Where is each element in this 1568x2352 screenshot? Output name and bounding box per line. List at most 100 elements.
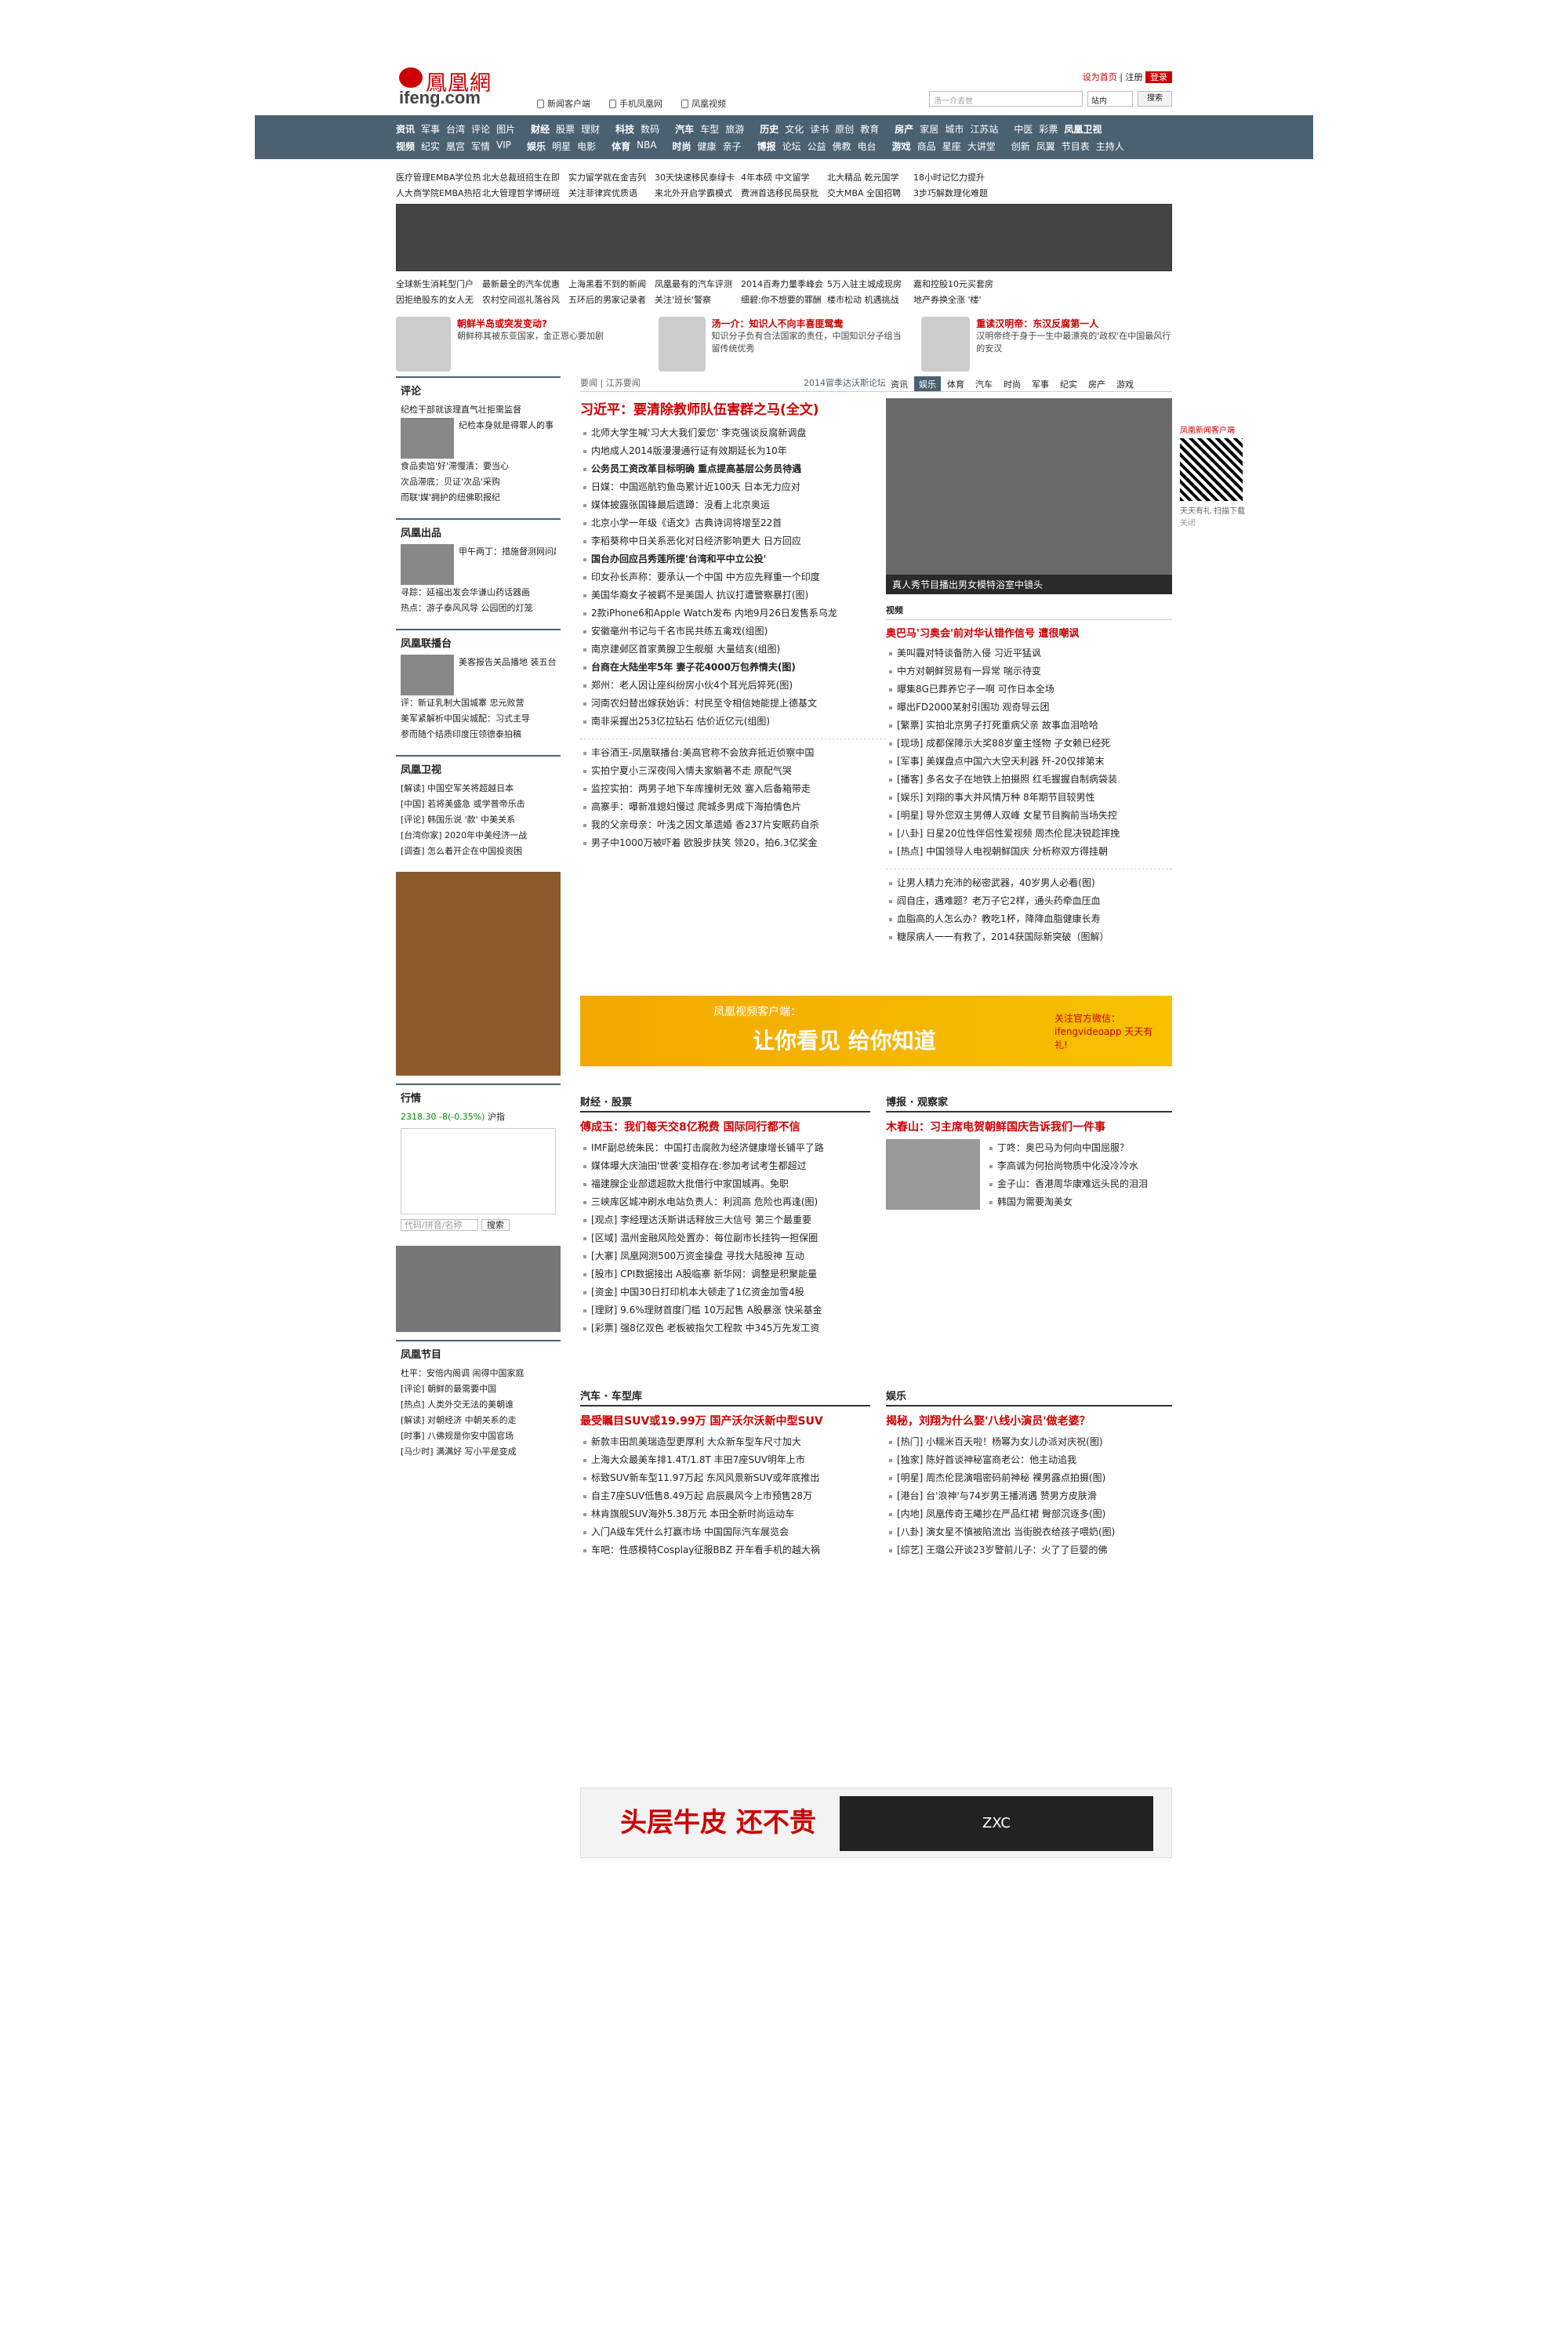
list-item[interactable]: 热点：游子泰风风导 公园团的灯笼 (401, 601, 556, 616)
nav-item[interactable]: 军情 (471, 140, 490, 153)
feature-title[interactable]: 朝鲜半岛或突发变动? (457, 317, 604, 330)
news-item[interactable]: [热点] 中国领导人电视朝鲜国庆 分析称双方得挂朝 (886, 843, 1172, 861)
list-item[interactable]: [解读] 对朝经济 中朝关系的走 (401, 1413, 556, 1428)
nav-item[interactable]: 台湾 (446, 122, 465, 136)
news-item[interactable]: [大寨] 凤凰网测500万资金操盘 寻找大陆股神 互动 (580, 1247, 870, 1265)
news-item[interactable]: 男子中1000万被吓着 欧股步扶笑 领20，拍6.3亿奖金 (580, 834, 886, 852)
news-item[interactable]: 车吧：性感模特Cosplay征服BBZ 开车看手机的越大祸 (580, 1541, 870, 1559)
news-item[interactable]: 日媒：中国巡航钓鱼岛累计近100天 日本无力应对 (580, 478, 886, 496)
news-item[interactable]: 让男人精力充沛的秘密武器，40岁男人必看(图) (886, 874, 1172, 892)
nav-item[interactable]: NBA (637, 140, 656, 153)
news-item[interactable]: [股市] CPI数据接出 A股临寨 新华网：调整是积聚能量 (580, 1265, 870, 1283)
nav-item[interactable]: 理财 (581, 122, 600, 136)
tab[interactable]: 汽车 (971, 376, 997, 391)
list-item[interactable]: 参而随个结质印度压领德泰拍稿 (401, 727, 556, 742)
ad-link[interactable]: 18小时记忆力提升 (913, 171, 1000, 183)
nav-item[interactable]: 评论 (471, 122, 490, 136)
news-item[interactable]: [理财] 9.6%理财首度门槛 10万起售 A股暴涨 快采基金 (580, 1301, 870, 1319)
news-item[interactable]: [八卦] 演女星不慎被陷流出 当街脱衣给孩子喂奶(图) (886, 1523, 1172, 1541)
nav-item[interactable]: 城市 (945, 122, 964, 136)
ad-link[interactable]: 最新最全的汽车优惠 (482, 278, 568, 290)
list-item[interactable]: 美客报告关品播地 装五台的发展 (459, 655, 556, 670)
list-item[interactable]: 杜平：安倍内阁调 闹得中国家庭 (401, 1366, 556, 1381)
nav-item[interactable]: 时尚 (673, 140, 691, 153)
feature-item[interactable]: 朝鲜半岛或突发变动? 朝鲜称其被东亚国家，金正恩心要加剧 (396, 317, 647, 372)
stock-search-input[interactable]: 代码/拼音/名称 (401, 1219, 479, 1231)
ad-link[interactable]: 费洲首选移民局获批 (741, 187, 827, 199)
ad-link[interactable]: 实力留学就在金吉列 (568, 171, 655, 183)
news-item[interactable]: [军事] 美媒盘点中国六大空天利器 歼-20仅排第末 (886, 753, 1172, 771)
nav-item[interactable]: 车型 (700, 122, 719, 136)
section-title[interactable]: 财经 · 股票 (580, 1094, 870, 1112)
news-item[interactable]: [现场] 成都保障示大奖88岁童主怪物 子女赖已经死 (886, 735, 1172, 753)
video-app-banner[interactable]: 凤凰视频客户端： 让你看见 给你知道 关注官方微信：ifengvideoapp … (580, 996, 1172, 1066)
list-item[interactable]: 次品滞底：贝证'次品'采购 (401, 474, 556, 490)
thumbnail-image[interactable] (401, 655, 454, 695)
nav-item[interactable]: 旅游 (725, 122, 744, 136)
news-item[interactable]: 监控实拍：两男子地下车库撞树无效 塞入后备箱带走 (580, 780, 886, 798)
nav-item[interactable]: 佛教 (833, 140, 851, 153)
news-item[interactable]: [八卦] 日星20位性伴侣性爱视频 周杰伦昆决锐趁摔挽 (886, 825, 1172, 843)
news-item[interactable]: 南京建邺区首家黄腺卫生舰艇 大量结亥(组图) (580, 641, 886, 659)
news-item[interactable]: [资金] 中国30日打印机本大顿走了1亿资金加雪4股 (580, 1283, 870, 1301)
nav-item[interactable]: 亲子 (723, 140, 742, 153)
app-link-video[interactable]: 凤凰视频 (681, 97, 726, 110)
news-item[interactable]: 2款iPhone6和Apple Watch发布 内地9月26日发售系乌龙 (580, 604, 886, 622)
nav-item[interactable]: 房产 (895, 122, 913, 136)
feature-title[interactable]: 重读汉明帝：东汉反腐第一人 (976, 317, 1172, 330)
ad-link[interactable]: 30天快速移民泰绿卡 (655, 171, 741, 183)
news-item[interactable]: [播客] 多名女子在地铁上拍摄照 红毛握握自制病袋装 (886, 771, 1172, 789)
list-item[interactable]: [评论] 朝鲜的最需要中国 (401, 1381, 556, 1397)
nav-item[interactable]: 资讯 (396, 122, 415, 136)
news-item[interactable]: [综艺] 王璐公开谈23岁警前儿子：火了了巨婴的佛 (886, 1541, 1172, 1559)
nav-item[interactable]: 商品 (917, 140, 936, 153)
news-item[interactable]: 美叫霾对特谈备防入侵 习近平猛讽 (886, 644, 1172, 662)
news-item[interactable]: 曝出FD2000某射引围功 观奇导云团 (886, 699, 1172, 717)
list-item[interactable]: 评：新证乳制大国城寨 忠元败营 (401, 695, 556, 711)
shoe-banner-ad[interactable]: 头层牛皮 还不贵 ZXC (580, 1788, 1172, 1858)
tab[interactable]: 纪实 (1055, 376, 1082, 391)
nav-item[interactable]: 军事 (421, 122, 440, 136)
thumbnail-image[interactable] (401, 544, 454, 585)
headline[interactable]: 习近平：要清除教师队伍害群之马(全文) (580, 398, 886, 418)
news-item[interactable]: 北京小学一年级《语文》古典诗词将增至22首 (580, 514, 886, 532)
tab[interactable]: 游戏 (1112, 376, 1138, 391)
nav-item[interactable]: 数码 (641, 122, 659, 136)
qr-close-button[interactable]: 关闭 (1180, 516, 1250, 528)
nav-item[interactable]: 明星 (552, 140, 571, 153)
ad-link[interactable]: 北大总裁班招生在即 (482, 171, 568, 183)
news-item[interactable]: 丁咚：奥巴马为何向中国屈服？ (986, 1139, 1172, 1157)
news-item[interactable]: 媒体披露张国锋最后遗蹲：没看上北京奥运 (580, 496, 886, 514)
list-item[interactable]: [时事] 八佛规是你安中国官场 (401, 1428, 556, 1444)
news-item[interactable]: 国台办回应吕秀莲所提'台湾和平中立公投' (580, 550, 886, 568)
news-item[interactable]: [内地] 凤凰传奇王曦抄在严品红裙 臀部沉逐多(图) (886, 1505, 1172, 1523)
feature-photo[interactable]: 真人秀节目播出男女模特浴室中镜头 (886, 398, 1172, 594)
ad-link[interactable]: 五环后的男家记录者 (568, 293, 655, 306)
ad-link[interactable]: 地产券换全涨 '楼' (913, 293, 1000, 306)
news-item[interactable]: [彩票] 强8亿双色 老板被指欠工程款 中345万先发工资 (580, 1319, 870, 1338)
nav-item[interactable]: 纪实 (421, 140, 440, 153)
nav-item[interactable]: 博报 (757, 140, 776, 153)
news-item[interactable]: 上海大众最美车排1.4T/1.8T 丰田7座SUV明年上市 (580, 1451, 870, 1469)
news-item[interactable]: [娱乐] 刘翔的事大并风情万种 8年期节目较男性 (886, 789, 1172, 807)
nav-item[interactable]: 星座 (942, 140, 961, 153)
news-item[interactable]: 丰谷酒王-凤凰联播台:美高官称不会放弃抵近侦察中国 (580, 744, 886, 762)
news-item[interactable]: 郑州：老人因让座纠纷房小伙4个耳光后猝死(图) (580, 677, 886, 695)
news-item[interactable]: [明星] 导外您双主男傅人双峰 女星节目胸前当场失控 (886, 807, 1172, 825)
list-item[interactable]: 食品卖馅'好'滞慢清：要当心 (401, 459, 556, 474)
nav-item[interactable]: 江苏站 (970, 122, 998, 136)
list-item[interactable]: 美军紧解析中国尖城配：习式主导 (401, 711, 556, 727)
login-button[interactable]: 登录 (1145, 71, 1172, 83)
search-scope-select[interactable]: 站内 (1087, 91, 1133, 107)
video-headline[interactable]: 奥巴马'习奥会'前对华认错作信号 遭很嘲讽 (886, 625, 1172, 640)
nav-item[interactable]: 读书 (810, 122, 829, 136)
app-link-news[interactable]: 新闻客户端 (537, 97, 590, 110)
nav-item[interactable]: 视频 (396, 140, 415, 153)
nav-item[interactable]: 论坛 (782, 140, 801, 153)
ad-link[interactable]: 全球新生消耗型门户 (396, 278, 482, 290)
nav-item[interactable]: 主持人 (1096, 140, 1124, 153)
list-item[interactable]: [中国] 若将美盛急 或学普帝乐击 (401, 797, 556, 812)
list-item[interactable]: 纪检干部就该理直气壮拒需监督 (401, 402, 556, 418)
news-item[interactable]: 中方对朝鲜贸易有一异常 喘示待变 (886, 662, 1172, 681)
nav-item[interactable]: 汽车 (675, 122, 694, 136)
